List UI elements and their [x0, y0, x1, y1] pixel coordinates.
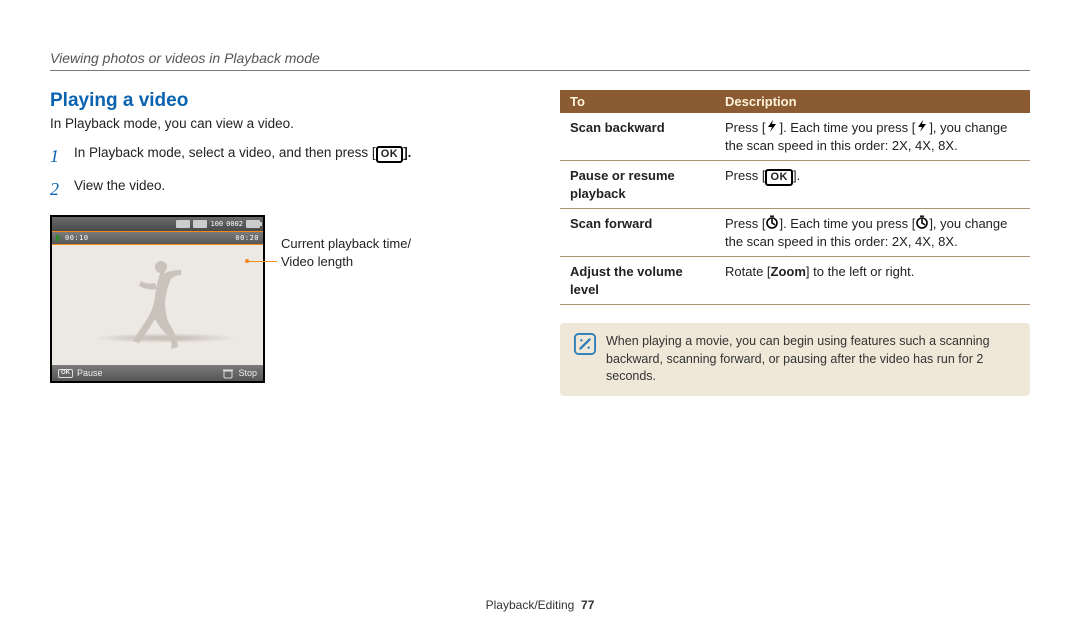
right-column: To Description Scan backwardPress []. Ea… — [560, 90, 1030, 590]
step-text: In Playback mode, select a video, and th… — [74, 143, 411, 170]
step-1: 1 In Playback mode, select a video, and … — [50, 143, 520, 170]
chapter-title: Viewing photos or videos in Playback mod… — [50, 50, 320, 66]
flash-icon — [765, 119, 779, 131]
step-number: 1 — [50, 143, 64, 170]
footer-page-number: 77 — [581, 598, 594, 612]
table-row: Adjust the volume levelRotate [Zoom] to … — [560, 257, 1030, 305]
video-screenshot: 100 0002 00:10 00:20 — [50, 215, 265, 383]
page-footer: Playback/Editing 77 — [0, 598, 1080, 612]
info-icon — [574, 333, 596, 355]
th-to: To — [560, 90, 715, 113]
video-frame — [52, 245, 263, 365]
left-column: Playing a video In Playback mode, you ca… — [50, 90, 520, 590]
table-row: Scan forwardPress []. Each time you pres… — [560, 209, 1030, 257]
stop-label: Stop — [238, 368, 257, 378]
battery-icon — [246, 220, 260, 228]
flash-icon — [915, 119, 929, 131]
cell-description: Press []. Each time you press [], you ch… — [715, 113, 1030, 161]
info-note: When playing a movie, you can begin usin… — [560, 323, 1030, 396]
current-time: 00:10 — [65, 234, 89, 242]
total-time: 00:20 — [235, 234, 259, 242]
trash-icon — [222, 369, 234, 378]
bottom-control-bar: OK Pause Stop — [52, 365, 263, 381]
camera-status-bar: 100 0002 — [52, 217, 263, 231]
intro-text: In Playback mode, you can view a video. — [50, 116, 520, 131]
pause-label: Pause — [77, 368, 103, 378]
cell-to: Pause or resume playback — [560, 161, 715, 209]
ok-icon: OK — [376, 146, 404, 163]
step-2: 2 View the video. — [50, 176, 520, 203]
pause-control: OK Pause — [52, 368, 109, 378]
th-description: Description — [715, 90, 1030, 113]
cell-to: Adjust the volume level — [560, 257, 715, 305]
timer-icon — [915, 215, 929, 227]
note-text: When playing a movie, you can begin usin… — [606, 333, 1016, 386]
play-icon — [56, 234, 61, 242]
ok-mini-icon: OK — [58, 369, 73, 378]
stop-control: Stop — [216, 368, 263, 378]
table-row: Scan backwardPress []. Each time you pre… — [560, 113, 1030, 161]
signal-icon — [176, 220, 190, 228]
steps-list: 1 In Playback mode, select a video, and … — [50, 143, 520, 203]
cell-to: Scan forward — [560, 209, 715, 257]
timer-icon — [765, 215, 779, 227]
footer-section: Playback/Editing — [486, 598, 575, 612]
status-number-a: 100 — [210, 220, 223, 228]
cell-description: Press [OK]. — [715, 161, 1030, 209]
playback-bar: 00:10 00:20 — [52, 231, 263, 245]
step-number: 2 — [50, 176, 64, 203]
dancer-silhouette-icon — [123, 257, 193, 357]
cell-to: Scan backward — [560, 113, 715, 161]
table-row: Pause or resume playbackPress [OK]. — [560, 161, 1030, 209]
status-number-b: 0002 — [226, 220, 243, 228]
callout-text: Current playback time/ Video length — [281, 215, 411, 383]
cell-description: Press []. Each time you press [], you ch… — [715, 209, 1030, 257]
controls-table: To Description Scan backwardPress []. Ea… — [560, 90, 1030, 305]
horizontal-rule — [50, 70, 1030, 71]
cell-description: Rotate [Zoom] to the left or right. — [715, 257, 1030, 305]
step-text: View the video. — [74, 176, 165, 203]
card-icon — [193, 220, 207, 228]
section-heading: Playing a video — [50, 90, 520, 112]
